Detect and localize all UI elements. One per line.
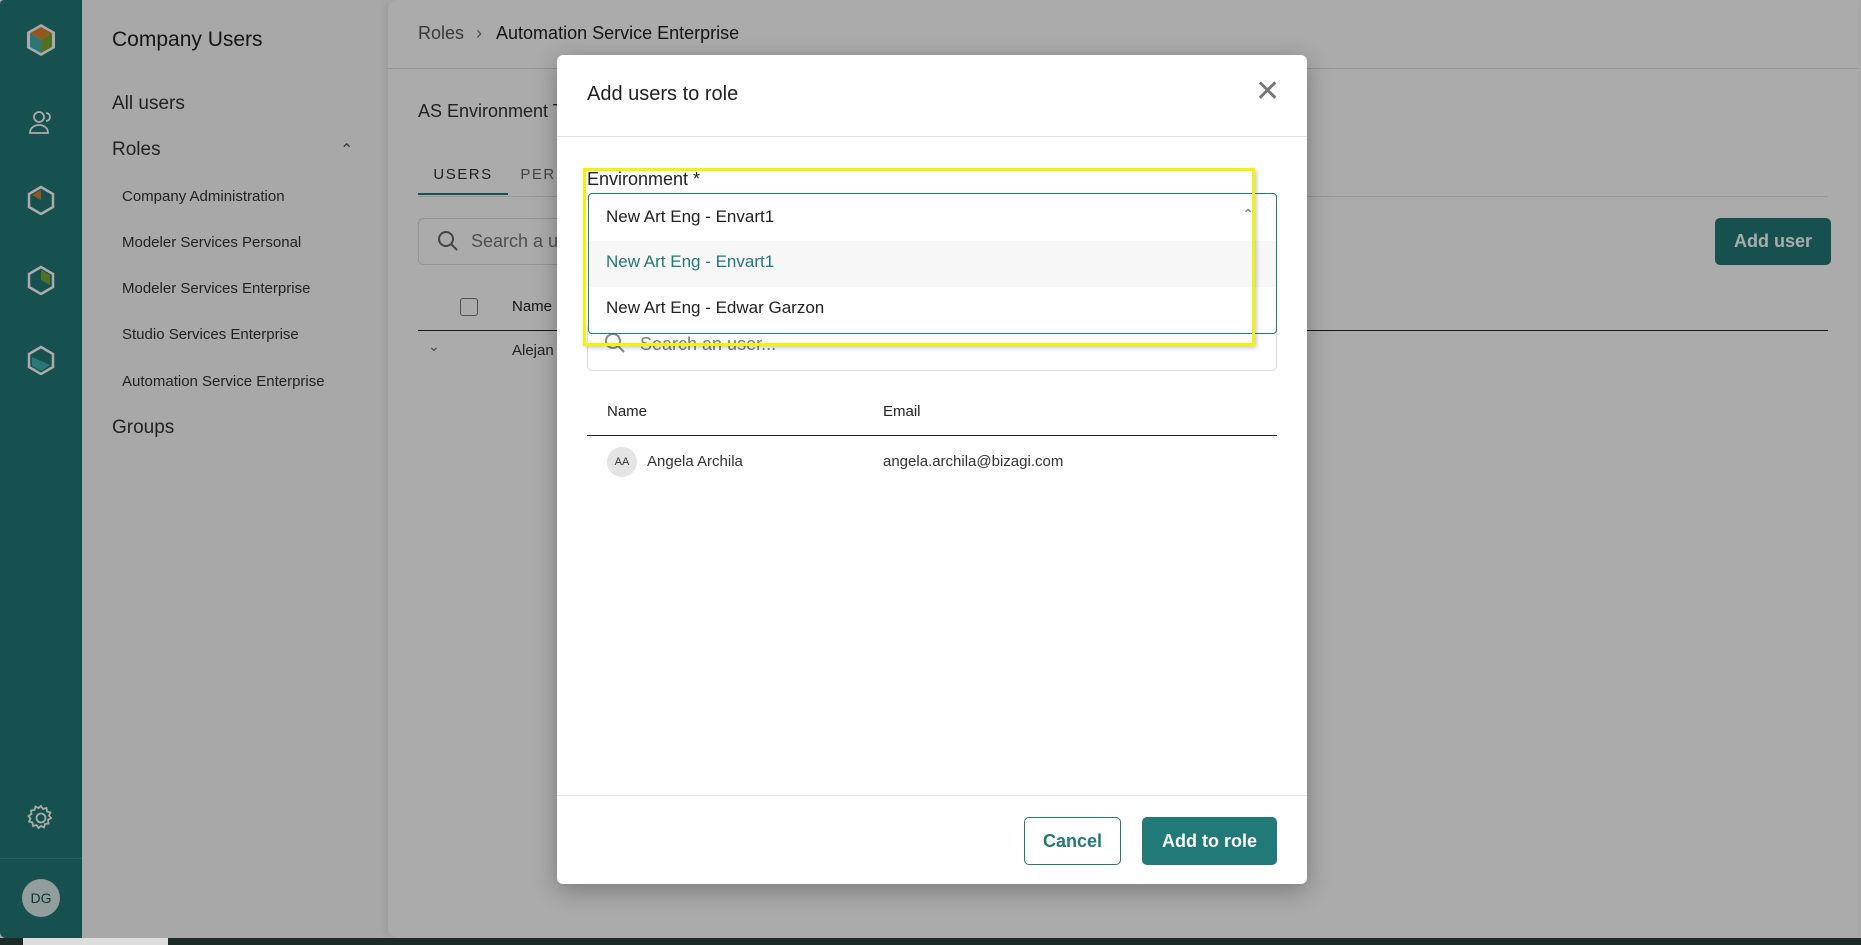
selected-value: New Art Eng - Envart1 xyxy=(606,207,775,226)
divider xyxy=(587,435,1277,436)
user-name: Angela Archila xyxy=(647,453,743,470)
taskbar-item xyxy=(23,938,168,945)
taskbar-strip xyxy=(0,938,1861,945)
column-header-email: Email xyxy=(883,403,921,420)
cancel-button[interactable]: Cancel xyxy=(1024,817,1121,865)
add-users-dialog: Add users to role ✕ Environment * Search… xyxy=(557,55,1307,884)
add-to-role-button[interactable]: Add to role xyxy=(1142,817,1277,865)
environment-option[interactable]: New Art Eng - Edwar Garzon xyxy=(589,287,1276,333)
environment-label: Environment * xyxy=(587,169,701,189)
dialog-title: Add users to role xyxy=(587,83,739,105)
search-icon xyxy=(604,332,626,359)
user-email: angela.archila@bizagi.com xyxy=(883,453,1064,470)
avatar: AA xyxy=(607,447,637,477)
environment-select[interactable]: New Art Eng - Envart1 ⌃ New Art Eng - En… xyxy=(588,193,1277,334)
column-header-name: Name xyxy=(607,403,648,420)
divider xyxy=(557,136,1307,137)
chevron-up-icon[interactable]: ⌃ xyxy=(1242,206,1254,223)
close-icon[interactable]: ✕ xyxy=(1255,77,1280,107)
search-placeholder: Search an user... xyxy=(640,334,777,354)
divider xyxy=(557,795,1307,796)
environment-option[interactable]: New Art Eng - Envart1 xyxy=(589,241,1276,287)
